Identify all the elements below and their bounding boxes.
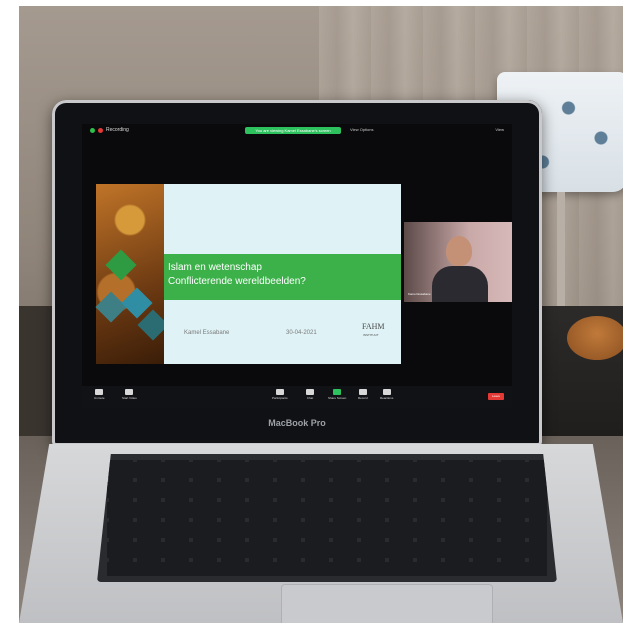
slide-speaker: Kamel Essabane xyxy=(184,330,230,336)
lamp-stem xyxy=(557,192,565,312)
record-button[interactable]: Record xyxy=(358,389,368,400)
diamond-shape xyxy=(95,291,127,323)
start-video-button[interactable]: Start Video xyxy=(122,389,137,400)
share-screen-button[interactable]: Share Screen xyxy=(328,389,346,400)
photo: Recording You are viewing Kamel Essabane… xyxy=(19,6,623,623)
slide-title: Islam en wetenschap xyxy=(168,262,262,273)
start-video-label: Start Video xyxy=(122,396,137,400)
reactions-icon xyxy=(382,389,391,395)
security-icon[interactable] xyxy=(90,128,95,133)
unmute-label: Unmute xyxy=(94,396,105,400)
slide-logo-subtitle: INSTITUUT xyxy=(363,333,379,337)
keyboard-keys xyxy=(107,460,547,576)
recording-icon xyxy=(98,128,103,133)
view-mode-button[interactable]: View xyxy=(495,127,504,132)
record-label: Record xyxy=(358,396,368,400)
view-options-button[interactable]: View Options xyxy=(350,127,374,132)
share-screen-label: Share Screen xyxy=(328,396,347,400)
participant-head xyxy=(446,236,472,266)
zoom-top-bar: Recording You are viewing Kamel Essabane… xyxy=(82,124,512,138)
diamond-shape xyxy=(105,249,137,281)
participants-button[interactable]: Participants xyxy=(272,389,288,400)
slide-logo: FAHM xyxy=(362,322,385,331)
people-icon xyxy=(275,389,284,395)
reactions-button[interactable]: Reactions xyxy=(380,389,393,400)
chat-button[interactable]: Chat xyxy=(306,389,314,400)
chat-label: Chat xyxy=(306,396,314,400)
participant-name: Kamel Essabane xyxy=(408,292,431,296)
slide-banner: Islam en wetenschap Conflicterende werel… xyxy=(164,254,401,300)
participant-body xyxy=(432,266,488,302)
microphone-icon xyxy=(95,389,104,395)
laptop-lid: Recording You are viewing Kamel Essabane… xyxy=(52,100,542,446)
camera-icon xyxy=(125,389,134,395)
zoom-toolbar: Unmute Start Video Participants Chat Sha… xyxy=(82,386,512,408)
cookies-plate xyxy=(567,316,623,360)
share-screen-icon xyxy=(333,389,342,395)
chat-icon xyxy=(306,389,314,395)
reactions-label: Reactions xyxy=(380,396,394,400)
screen-share-banner: You are viewing Kamel Essabane's screen xyxy=(245,127,341,134)
laptop-brand: MacBook Pro xyxy=(268,418,326,428)
slide-body: Islam en wetenschap Conflicterende werel… xyxy=(164,184,401,364)
leave-button[interactable]: Leave xyxy=(488,393,504,400)
shared-slide: Islam en wetenschap Conflicterende werel… xyxy=(95,184,401,364)
slide-subtitle: Conflicterende wereldbeelden? xyxy=(168,276,306,287)
slide-art xyxy=(95,184,169,364)
trackpad xyxy=(281,584,493,623)
laptop-screen: Recording You are viewing Kamel Essabane… xyxy=(82,124,512,408)
record-icon xyxy=(358,389,367,395)
participants-label: Participants xyxy=(272,396,288,400)
participant-video-tile[interactable]: Kamel Essabane xyxy=(404,222,512,302)
recording-label: Recording xyxy=(106,127,129,133)
keyboard xyxy=(97,454,557,582)
unmute-button[interactable]: Unmute xyxy=(94,389,105,400)
slide-date: 30-04-2021 xyxy=(286,330,317,336)
